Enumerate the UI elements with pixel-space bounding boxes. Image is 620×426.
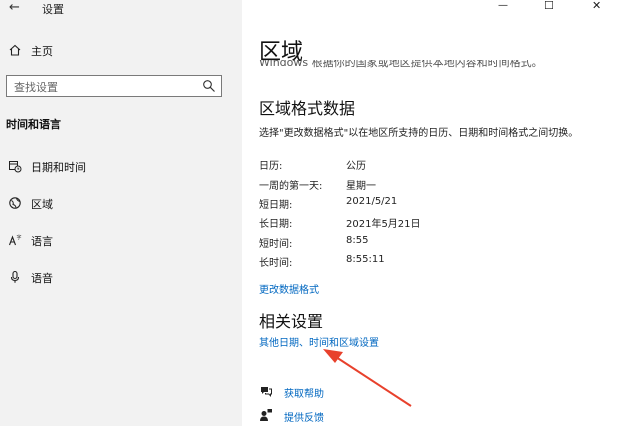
first-day-value: 星期一 — [346, 181, 376, 192]
get-help-link[interactable]: 获取帮助 — [284, 385, 324, 400]
long-date-label: 长日期: — [259, 219, 293, 230]
short-date-label: 短日期: — [259, 200, 293, 211]
globe-icon — [9, 197, 21, 209]
calendar-value: 公历 — [346, 161, 366, 172]
region-description: Windows 根据你的国家或地区提供本地内容和时间格式。 — [259, 60, 543, 69]
additional-date-time-region-link[interactable]: 其他日期、时间和区域设置 — [259, 334, 379, 349]
sidebar-section-title: 时间和语言 — [6, 118, 61, 131]
back-arrow-icon[interactable]: ← — [9, 0, 20, 15]
close-button[interactable]: ✕ — [592, 0, 612, 13]
calendar-label: 日历: — [259, 161, 283, 172]
long-time-value: 8:55:11 — [346, 254, 385, 265]
sidebar-item-label: 主页 — [31, 45, 53, 58]
feedback-icon — [260, 409, 272, 421]
window-title: 设置 — [42, 3, 64, 16]
sidebar-item-label: 语言 — [31, 235, 53, 248]
help-chat-icon — [261, 387, 272, 398]
microphone-icon — [10, 270, 20, 283]
sidebar-item-language[interactable]: 字 语言 — [0, 226, 242, 256]
related-settings-heading: 相关设置 — [259, 312, 324, 331]
sidebar-item-label: 语音 — [31, 272, 53, 285]
maximize-button[interactable]: ☐ — [544, 0, 564, 13]
sidebar-item-label: 日期和时间 — [31, 161, 86, 174]
window-controls: — ☐ ✕ — [480, 0, 620, 14]
search-input[interactable]: 查找设置 — [6, 75, 222, 97]
short-date-value: 2021/5/21 — [346, 196, 398, 207]
sidebar-item-label: 区域 — [31, 198, 53, 211]
give-feedback-link[interactable]: 提供反馈 — [284, 409, 324, 424]
first-day-label: 一周的第一天: — [259, 181, 323, 192]
format-description: 选择"更改数据格式"以在地区所支持的日历、日期和时间格式之间切换。 — [259, 128, 579, 139]
language-icon: 字 — [8, 234, 22, 246]
long-date-value: 2021年5月21日 — [346, 219, 421, 230]
sidebar: ← 设置 主页 查找设置 时间和语言 日期和时间 区域 字 语言 语音 — [0, 0, 242, 426]
home-icon — [9, 44, 21, 56]
format-heading: 区域格式数据 — [259, 99, 356, 118]
search-placeholder: 查找设置 — [14, 81, 58, 94]
search-icon[interactable] — [202, 79, 216, 93]
short-time-label: 短时间: — [259, 239, 293, 250]
main-panel: — ☐ ✕ 区域 Windows 根据你的国家或地区提供本地内容和时间格式。 区… — [242, 0, 620, 426]
minimize-button[interactable]: — — [498, 0, 518, 14]
sidebar-item-date-time[interactable]: 日期和时间 — [0, 152, 242, 182]
change-format-link[interactable]: 更改数据格式 — [259, 281, 319, 296]
short-time-value: 8:55 — [346, 235, 369, 246]
svg-text:字: 字 — [17, 234, 22, 241]
long-time-label: 长时间: — [259, 258, 293, 269]
sidebar-item-speech[interactable]: 语音 — [0, 263, 242, 293]
sidebar-item-region[interactable]: 区域 — [0, 189, 242, 219]
sidebar-item-home[interactable]: 主页 — [0, 36, 242, 66]
calendar-clock-icon — [9, 161, 22, 173]
